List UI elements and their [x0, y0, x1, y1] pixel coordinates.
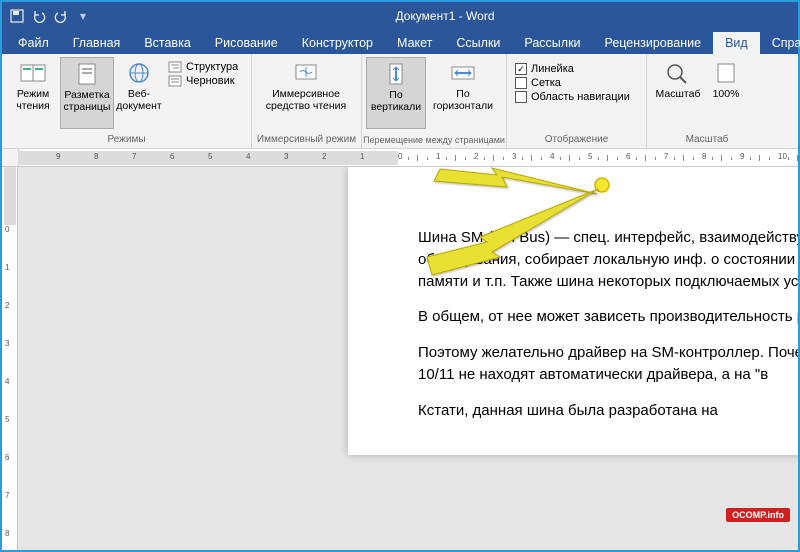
redo-icon[interactable] — [52, 7, 70, 25]
title-bar: ▾ Документ1 - Word — [2, 2, 798, 30]
read-mode-button[interactable]: Режим чтения — [6, 57, 60, 129]
page: Шина SM (SM Bus) — спец. интерфейс, взаи… — [348, 167, 798, 455]
group-zoom-label: Масштаб — [647, 132, 767, 148]
tab-design[interactable]: Конструктор — [290, 32, 385, 54]
zoom-button[interactable]: Масштаб — [651, 57, 705, 129]
web-layout-label: Веб-документ — [114, 88, 164, 112]
tab-view[interactable]: Вид — [713, 32, 760, 54]
tab-insert[interactable]: Вставка — [132, 32, 202, 54]
print-layout-button[interactable]: Разметка страницы — [60, 57, 114, 129]
document-title: Документ1 - Word — [395, 9, 494, 23]
paragraph: Кстати, данная шина была разработана на — [418, 400, 798, 422]
zoom-label: Масштаб — [656, 88, 701, 100]
zoom-100-label: 100% — [713, 88, 740, 100]
group-views-label: Режимы — [2, 132, 251, 148]
ruler-checkbox[interactable]: ✓Линейка — [515, 63, 630, 75]
save-icon[interactable] — [8, 7, 26, 25]
vertical-page-button[interactable]: По вертикали — [366, 57, 426, 129]
paragraph: Поэтому желательно драйвер на SM-контрол… — [418, 342, 798, 386]
horizontal-page-label: По горизонтали — [426, 88, 500, 112]
draft-button[interactable]: Черновик — [168, 75, 238, 87]
tab-draw[interactable]: Рисование — [203, 32, 290, 54]
ribbon-view: Режим чтения Разметка страницы Веб-докум… — [2, 54, 798, 149]
watermark: OCOMP.info — [726, 508, 790, 522]
immersive-reader-button[interactable]: Иммерсивное средство чтения — [256, 57, 356, 129]
group-show-label: Отображение — [507, 132, 646, 148]
group-pagemove-label: Перемещение между страницами — [362, 133, 506, 148]
ribbon-tabs: Файл Главная Вставка Рисование Конструкт… — [2, 30, 798, 54]
tab-help[interactable]: Справка — [760, 32, 800, 54]
group-immersive-label: Иммерсивный режим — [252, 132, 361, 148]
horizontal-page-button[interactable]: По горизонтали — [426, 57, 500, 129]
tab-layout[interactable]: Макет — [385, 32, 444, 54]
nav-pane-checkbox[interactable]: Область навигации — [515, 91, 630, 103]
tab-file[interactable]: Файл — [6, 32, 61, 54]
gridlines-checkbox[interactable]: Сетка — [515, 77, 630, 89]
vertical-ruler[interactable]: 01234567891011 — [2, 167, 18, 550]
tab-mailings[interactable]: Рассылки — [512, 32, 592, 54]
tab-home[interactable]: Главная — [61, 32, 133, 54]
qat-customize-icon[interactable]: ▾ — [74, 7, 92, 25]
tab-review[interactable]: Рецензирование — [593, 32, 714, 54]
paragraph: В общем, от нее может зависеть производи… — [418, 306, 798, 328]
print-layout-label: Разметка страницы — [61, 89, 113, 113]
horizontal-ruler[interactable]: 012345678910111213141516171819123456789 — [2, 149, 798, 167]
document-area[interactable]: Шина SM (SM Bus) — спец. интерфейс, взаи… — [18, 167, 798, 550]
web-layout-button[interactable]: Веб-документ — [114, 57, 164, 129]
undo-icon[interactable] — [30, 7, 48, 25]
vertical-page-label: По вертикали — [367, 89, 425, 113]
read-mode-label: Режим чтения — [6, 88, 60, 112]
zoom-100-button[interactable]: 100% — [705, 57, 747, 129]
tab-references[interactable]: Ссылки — [444, 32, 512, 54]
paragraph: Шина SM (SM Bus) — спец. интерфейс, взаи… — [418, 227, 798, 292]
immersive-reader-label: Иммерсивное средство чтения — [256, 88, 356, 112]
outline-button[interactable]: Структура — [168, 61, 238, 73]
